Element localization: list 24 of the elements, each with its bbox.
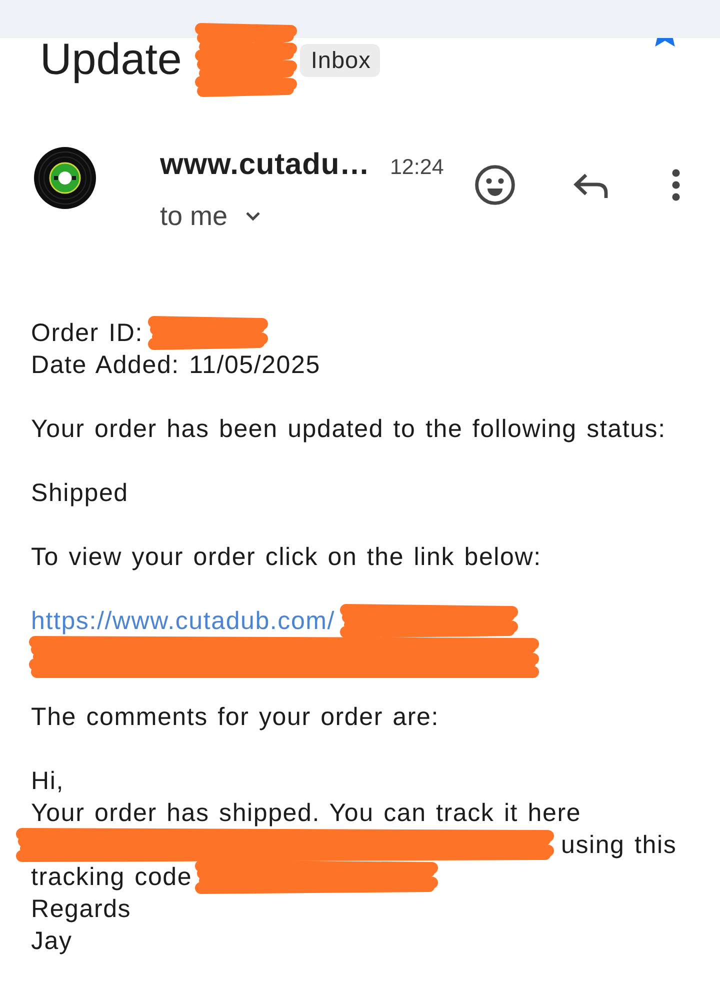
body-text: using this [561,830,677,861]
body-text: Hi, [31,766,64,797]
body-text: To view your order click on the link below: [31,542,542,573]
order-link[interactable]: https://www.cutadub.com/ [31,605,336,637]
body-text: Shipped [31,478,128,509]
sent-time: 12:24 [390,154,444,181]
record-avatar [34,147,96,209]
email-subject: Update [40,38,182,82]
body-text: Your order has shipped. You can track it here [31,798,582,829]
chevron-down-icon [244,210,261,222]
more-options-icon[interactable] [671,169,681,201]
body-text: Order ID: [31,318,143,349]
reply-icon[interactable] [572,172,610,198]
smiley-icon[interactable] [475,165,515,205]
body-text: Your order has been updated to the following status: [31,414,666,445]
body-text: The comments for your order are: [31,702,439,733]
body-text: Jay [31,926,72,957]
star-icon[interactable] [653,38,677,47]
body-text: Date Added: 11/05/2025 [31,350,320,381]
inbox-label: Inbox [300,44,380,76]
sender-name: www.cutadu… [160,147,370,183]
recipient-toggle[interactable]: to me [160,198,261,234]
body-text: Regards [31,894,132,925]
body-text: tracking code [31,862,192,893]
